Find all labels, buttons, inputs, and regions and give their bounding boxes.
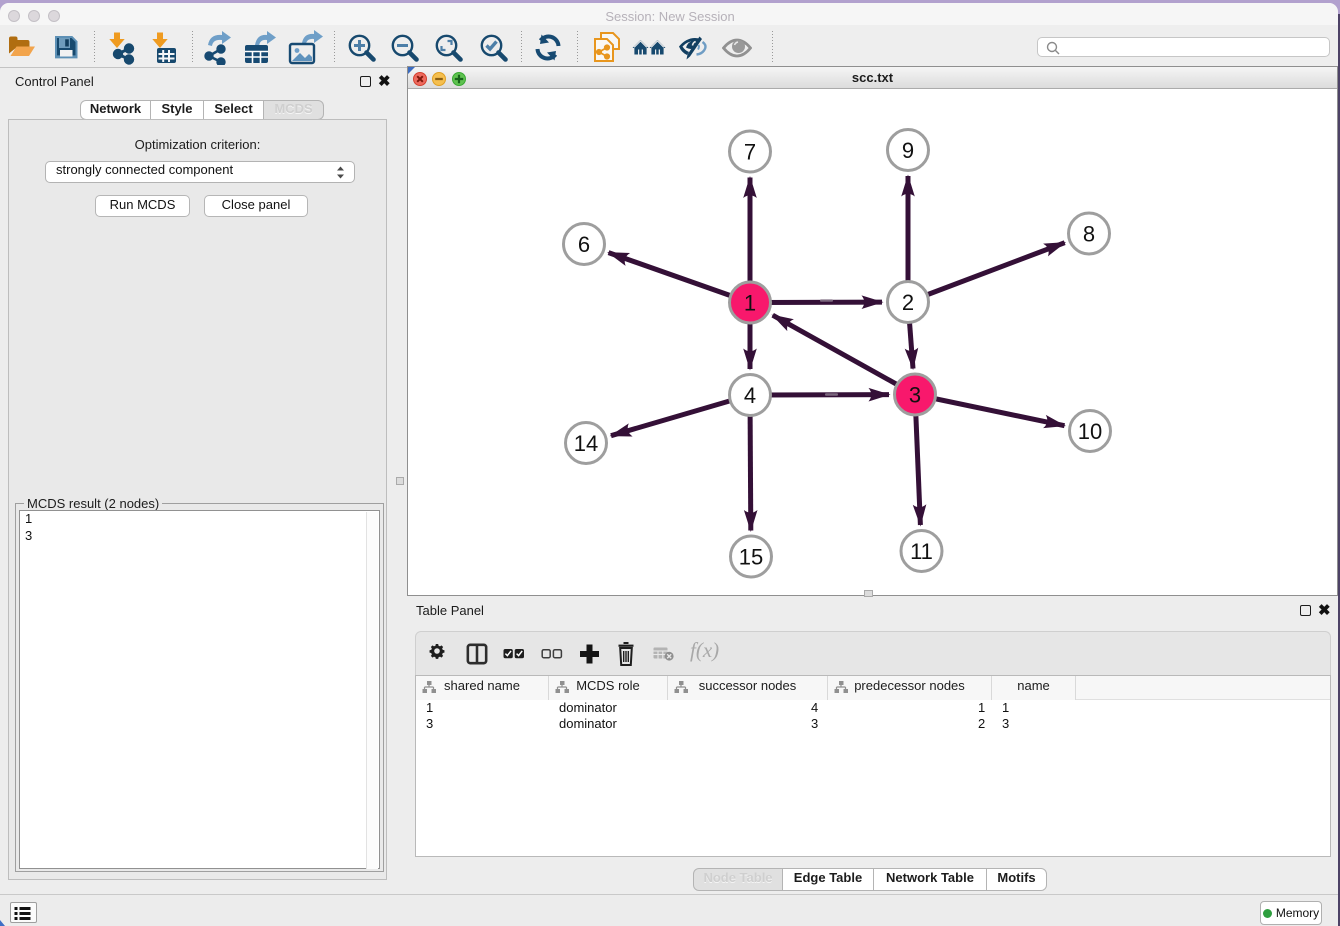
svg-text:3: 3 bbox=[909, 383, 921, 408]
svg-text:11: 11 bbox=[910, 539, 933, 564]
svg-text:2: 2 bbox=[902, 290, 914, 315]
svg-text:10: 10 bbox=[1078, 419, 1102, 444]
svg-text:8: 8 bbox=[1083, 222, 1095, 247]
svg-text:14: 14 bbox=[574, 431, 598, 456]
svg-text:9: 9 bbox=[902, 138, 914, 163]
svg-text:7: 7 bbox=[744, 140, 756, 165]
svg-text:15: 15 bbox=[739, 545, 763, 570]
svg-text:6: 6 bbox=[578, 232, 590, 257]
svg-text:1: 1 bbox=[744, 291, 756, 316]
svg-text:4: 4 bbox=[744, 383, 756, 408]
